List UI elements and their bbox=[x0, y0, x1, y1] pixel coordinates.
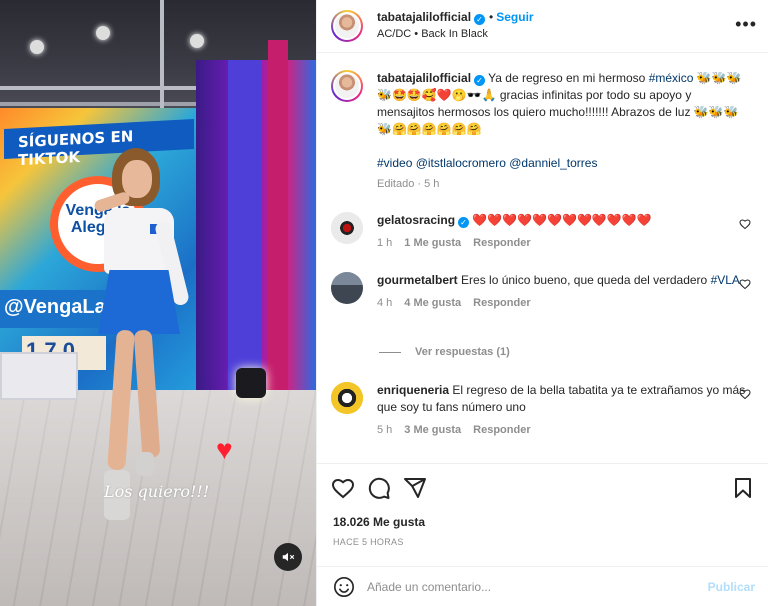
separator-dot: • bbox=[489, 10, 494, 24]
commenter-avatar[interactable] bbox=[331, 382, 363, 414]
caption-username[interactable]: tabatajalilofficial bbox=[377, 71, 471, 85]
replies-line bbox=[379, 351, 401, 353]
audio-track-link[interactable]: AC/DC • Back In Black bbox=[377, 28, 488, 40]
comment-icon[interactable] bbox=[367, 476, 391, 500]
studio-desk bbox=[0, 352, 78, 400]
view-replies-button[interactable]: Ver respuestas (1) bbox=[379, 346, 510, 358]
comment-likes[interactable]: 4 Me gusta bbox=[404, 297, 461, 309]
comment-meta: 5 h 3 Me gusta Responder bbox=[377, 424, 751, 436]
hashtag-link[interactable]: #méxico bbox=[649, 71, 694, 85]
likes-count[interactable]: 18.026 Me gusta bbox=[333, 515, 425, 529]
post-timestamp: HACE 5 HORAS bbox=[333, 537, 404, 547]
comment-text: enriqueneria El regreso de la bella taba… bbox=[377, 382, 751, 416]
heart-sticker-icon: ♥ bbox=[216, 434, 233, 465]
commenter-username[interactable]: enriqueneria bbox=[377, 383, 449, 397]
comment-text: gelatosracing ✓ ❤️❤️❤️❤️❤️❤️❤️❤️❤️❤️❤️❤️ bbox=[377, 212, 751, 229]
reply-button[interactable]: Responder bbox=[473, 297, 530, 309]
video-caption-overlay: Los quiero!!! bbox=[104, 482, 210, 501]
more-options-icon[interactable]: ••• bbox=[735, 14, 757, 35]
post-caption: tabatajalilofficial ✓ Ya de regreso en mi… bbox=[331, 70, 751, 193]
reply-button[interactable]: Responder bbox=[473, 424, 530, 436]
author-avatar[interactable] bbox=[331, 10, 363, 42]
share-icon[interactable] bbox=[403, 476, 427, 500]
floor-lamp bbox=[236, 368, 266, 398]
comment-item: gelatosracing ✓ ❤️❤️❤️❤️❤️❤️❤️❤️❤️❤️❤️❤️ … bbox=[331, 212, 751, 249]
post-sidebar: tabatajalilofficial ✓ • Seguir AC/DC • Back… bbox=[316, 0, 768, 606]
commenter-username[interactable]: gelatosracing bbox=[377, 213, 455, 227]
comment-likes[interactable]: 3 Me gusta bbox=[404, 424, 461, 436]
post-actions: 18.026 Me gusta HACE 5 HORAS bbox=[317, 463, 768, 566]
comment-input[interactable] bbox=[367, 574, 697, 600]
dancer-skirt bbox=[98, 270, 180, 334]
post-header: tabatajalilofficial ✓ • Seguir AC/DC • Back… bbox=[317, 0, 768, 53]
follow-button[interactable]: Seguir bbox=[496, 10, 533, 24]
caption-text: tabatajalilofficial ✓ Ya de regreso en mi… bbox=[377, 70, 751, 193]
comment-text: gourmetalbert Eres lo único bueno, que q… bbox=[377, 272, 751, 289]
like-comment-icon[interactable] bbox=[739, 388, 751, 403]
verified-badge-icon: ✓ bbox=[474, 75, 486, 86]
video-frame: SÍGUENOS EN TIKTOK Venga la Alegría @Ven… bbox=[0, 0, 316, 606]
stage-light bbox=[190, 34, 204, 48]
comments-list[interactable]: tabatajalilofficial ✓ Ya de regreso en mi… bbox=[317, 54, 768, 462]
commenter-username[interactable]: gourmetalbert bbox=[377, 273, 458, 287]
author-line: tabatajalilofficial ✓ • Seguir bbox=[377, 10, 534, 25]
author-avatar[interactable] bbox=[331, 70, 363, 102]
comment-meta: 1 h 1 Me gusta Responder bbox=[377, 237, 751, 249]
comment-composer: Publicar bbox=[317, 566, 768, 606]
screen-handle-text: @VengaLa bbox=[0, 290, 110, 328]
lighting-truss bbox=[160, 0, 164, 110]
like-comment-icon[interactable] bbox=[739, 218, 751, 233]
comment-item: gourmetalbert Eres lo único bueno, que q… bbox=[331, 272, 751, 309]
reply-button[interactable]: Responder bbox=[473, 237, 530, 249]
comment-likes[interactable]: 1 Me gusta bbox=[404, 237, 461, 249]
publish-button[interactable]: Publicar bbox=[708, 580, 755, 594]
comment-body: ❤️❤️❤️❤️❤️❤️❤️❤️❤️❤️❤️❤️ bbox=[472, 213, 652, 227]
comment-meta: 4 h 4 Me gusta Responder bbox=[377, 297, 751, 309]
bookmark-icon[interactable] bbox=[731, 476, 755, 500]
view-replies-label: Ver respuestas (1) bbox=[415, 346, 510, 358]
heart-icon[interactable] bbox=[331, 476, 355, 500]
author-username[interactable]: tabatajalilofficial bbox=[377, 10, 471, 24]
heart-outline-glyph bbox=[739, 279, 751, 290]
hashtag-link[interactable]: #VLA bbox=[711, 273, 740, 287]
heart-outline-glyph bbox=[739, 389, 751, 400]
comment-body: Eres lo único bueno, que queda del verda… bbox=[461, 273, 708, 287]
dancer-boot bbox=[136, 452, 154, 476]
stage-light bbox=[96, 26, 110, 40]
smiley-icon[interactable] bbox=[333, 576, 355, 598]
volume-muted-glyph bbox=[282, 552, 295, 562]
studio-pillar bbox=[228, 60, 262, 410]
caption-edited-time: Editado · 5 h bbox=[377, 178, 440, 190]
caption-tags[interactable]: #video @itstlalocromero @danniel_torres bbox=[377, 155, 751, 172]
studio-pillar bbox=[268, 40, 288, 420]
stage-light bbox=[30, 40, 44, 54]
commenter-avatar[interactable] bbox=[331, 272, 363, 304]
caption-intro: Ya de regreso en mi hermoso bbox=[488, 71, 646, 85]
verified-badge-icon: ✓ bbox=[474, 14, 486, 25]
post-video[interactable]: SÍGUENOS EN TIKTOK Venga la Alegría @Ven… bbox=[0, 0, 316, 606]
comment-item: enriqueneria El regreso de la bella taba… bbox=[331, 382, 751, 436]
comment-time: 1 h bbox=[377, 237, 393, 249]
like-comment-icon[interactable] bbox=[739, 278, 751, 293]
comment-time: 4 h bbox=[377, 297, 393, 309]
verified-badge-icon: ✓ bbox=[458, 217, 470, 228]
volume-muted-icon[interactable] bbox=[274, 543, 302, 571]
comment-time: 5 h bbox=[377, 424, 393, 436]
commenter-avatar[interactable] bbox=[331, 212, 363, 244]
heart-outline-glyph bbox=[739, 219, 751, 230]
